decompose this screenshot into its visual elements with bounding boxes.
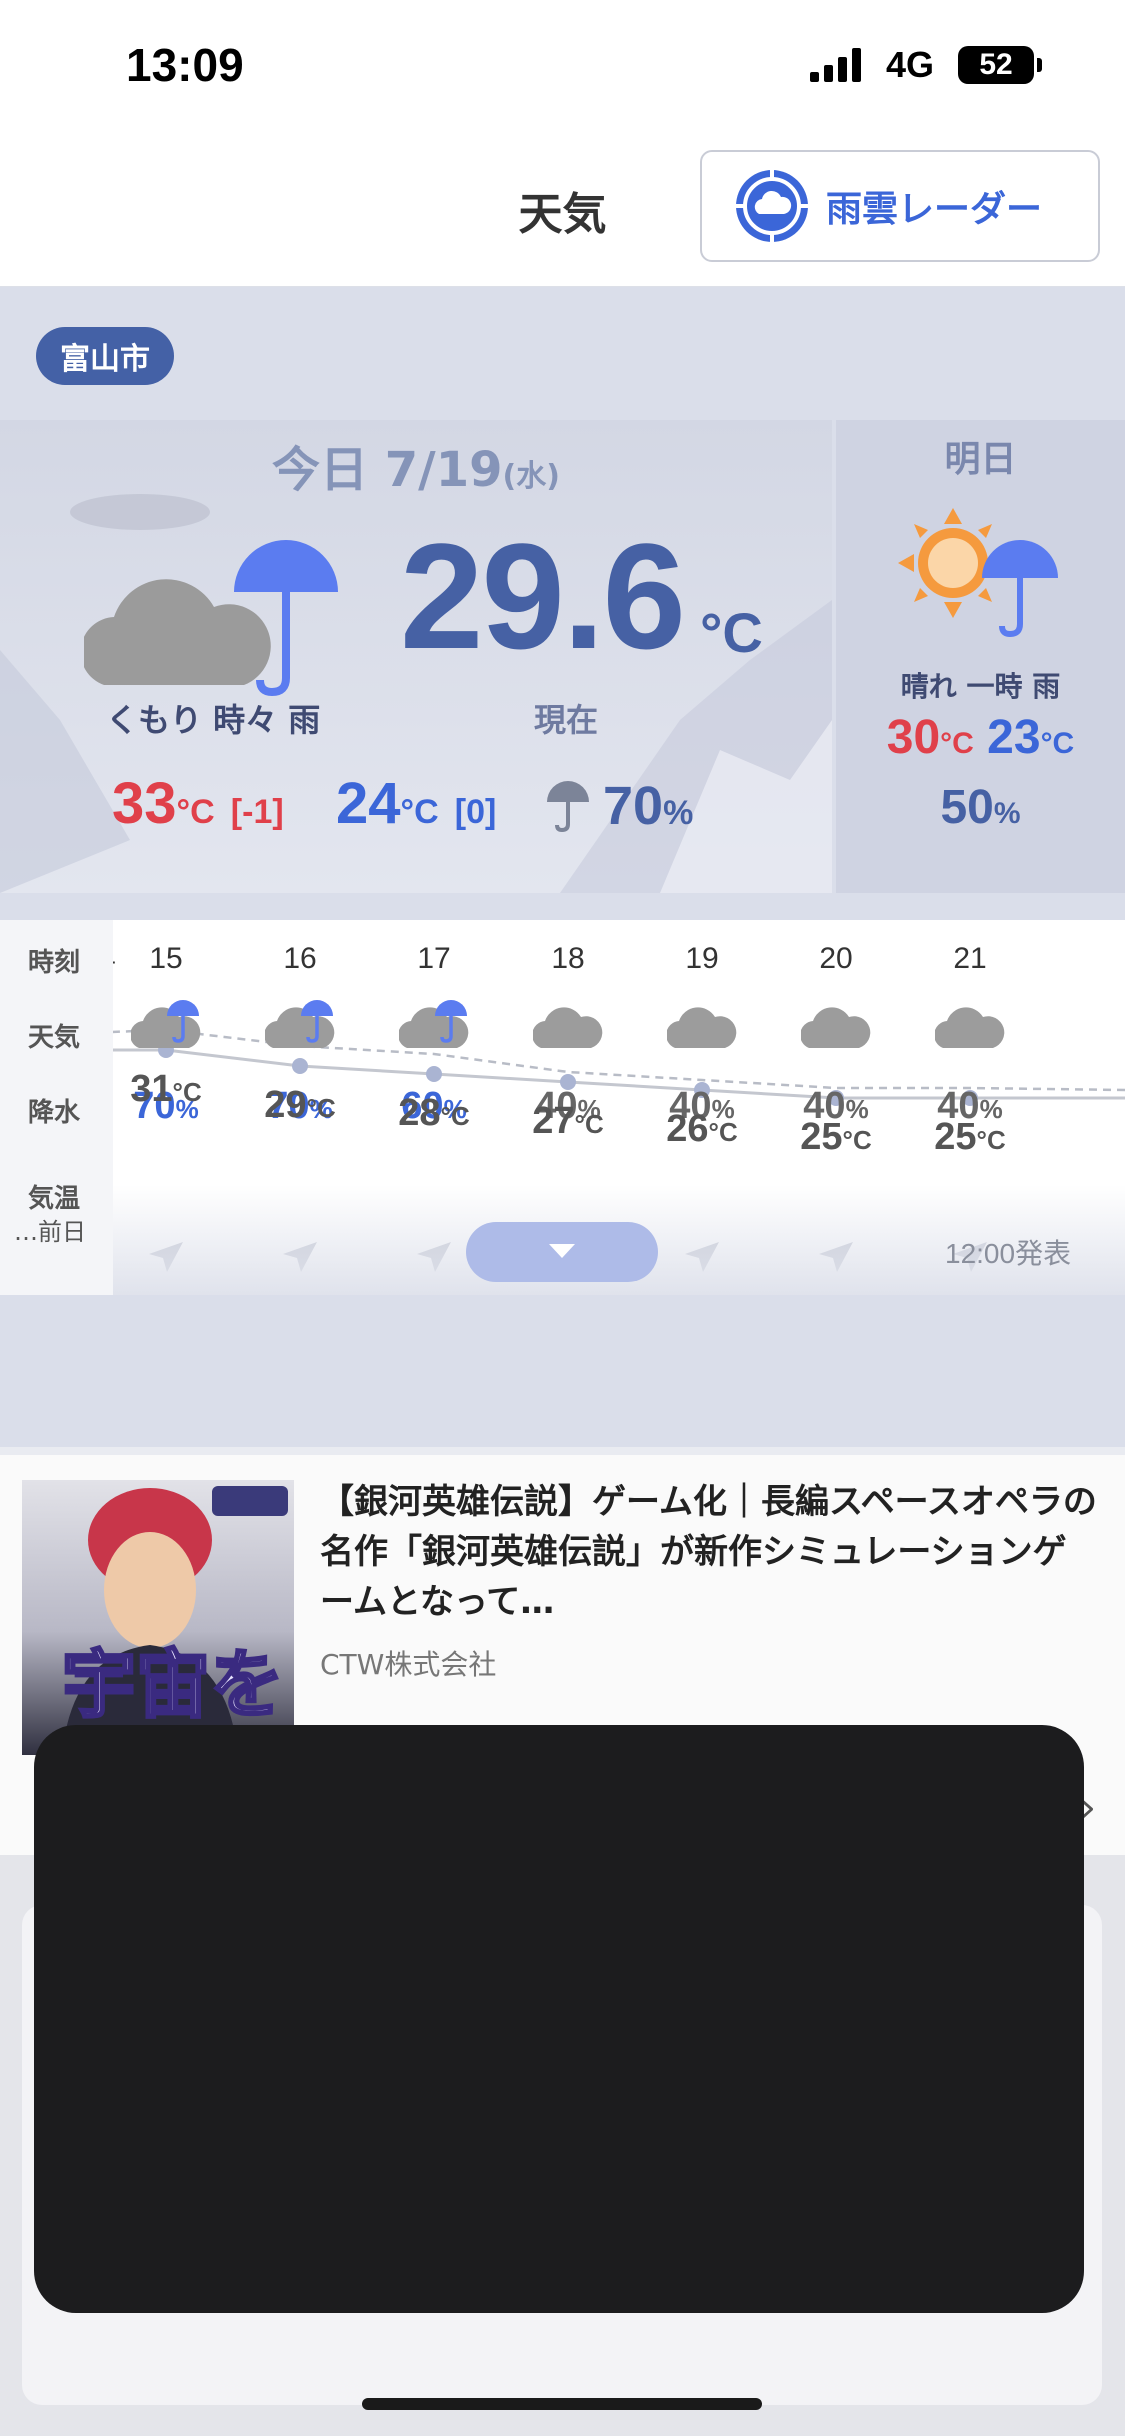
chevron-down-icon — [549, 1244, 575, 1258]
status-bar: 13:09 4G 52 — [0, 0, 1125, 130]
issued-time: 12:00発表 — [945, 1238, 1072, 1269]
battery-icon: 52 — [958, 46, 1042, 84]
expand-forecast-button[interactable] — [466, 1222, 658, 1282]
hour-label: 21 — [953, 942, 987, 975]
today-precipitation: 70% — [545, 775, 693, 837]
hour-label: 15 — [149, 942, 183, 975]
today-date: 今日 7/19(水) — [272, 442, 560, 498]
city-badge[interactable]: 富山市 — [36, 327, 174, 385]
cloud-rain-icon — [265, 1000, 335, 1048]
sun-rain-icon — [898, 508, 1058, 638]
signal-icon — [810, 48, 861, 82]
hour-label: 20 — [819, 942, 853, 975]
hourly-row-labels: 時刻 天気 降水 気温 …前日 風 — [0, 920, 113, 1295]
temp-value: 29°C — [264, 1084, 336, 1126]
row-label-precip: 降水 — [28, 1098, 81, 1128]
cloud-icon — [667, 1007, 737, 1048]
temp-value: 31°C — [130, 1068, 202, 1110]
news-headline[interactable]: 【銀河英雄伝説】ゲーム化｜長編スペースオペラの名作「銀河英雄伝説」が新作シミュレ… — [320, 1477, 1100, 1627]
network-type: 4G — [886, 44, 935, 85]
radar-icon — [735, 169, 809, 243]
current-temperature-unit: °C — [700, 601, 763, 664]
cloud-icon — [935, 1007, 1005, 1048]
cloud-icon — [801, 1007, 871, 1048]
today-card[interactable]: 今日 7/19(水) 29.6 °C くもり 時々 雨 現在 33°C [-1]… — [0, 420, 832, 893]
cloud-icon — [533, 1007, 603, 1048]
temp-value: 26°C — [666, 1108, 738, 1150]
temp-value: 25°C — [800, 1116, 872, 1158]
tomorrow-label: 明日 — [944, 439, 1017, 480]
temp-value: 25°C — [934, 1116, 1006, 1158]
cloud-rain-icon — [84, 540, 338, 697]
tomorrow-temperatures: 30°C 23°C — [886, 711, 1075, 764]
tomorrow-condition: 晴れ 一時 雨 — [900, 670, 1061, 703]
tomorrow-card[interactable]: 明日 晴れ 一時 雨 30°C 23°C 50% — [836, 420, 1125, 893]
row-label-time: 時刻 — [28, 948, 81, 978]
thumb-title-text: 宇宙を — [62, 1642, 284, 1728]
rain-radar-label: 雨雲レーダー — [826, 189, 1043, 230]
hour-label: 16 — [283, 942, 317, 975]
cloud-rain-icon — [131, 1000, 201, 1048]
weather-panel: 富山市 今日 7/19(水) 29.6 °C くもり 時々 雨 現在 33°C … — [0, 287, 1125, 1447]
hour-label: 19 — [685, 942, 719, 975]
temp-value: 28°C — [398, 1092, 470, 1134]
row-label-prev-day: …前日 — [14, 1218, 86, 1246]
current-temperature: 29.6 — [400, 512, 686, 680]
today-high: 33°C [-1] — [112, 771, 284, 836]
character-illustration: 宇宙を — [61, 1486, 288, 1755]
rain-radar-button[interactable]: 雨雲レーダー — [700, 150, 1100, 262]
today-condition: くもり 時々 雨 — [106, 701, 321, 739]
news-source: CTW株式会社 — [320, 1648, 497, 1681]
redacted-overlay — [34, 1725, 1084, 2313]
umbrella-icon — [547, 781, 589, 832]
app-header: 天気 雨雲レーダー — [0, 130, 1125, 287]
row-label-weather: 天気 — [28, 1023, 81, 1053]
row-label-temp: 気温 — [28, 1184, 81, 1214]
home-indicator[interactable] — [362, 2398, 762, 2410]
now-label: 現在 — [534, 701, 599, 739]
today-low: 24°C [0] — [336, 771, 497, 836]
news-thumbnail: 宇宙を — [22, 1480, 294, 1755]
cloud-rain-icon — [399, 1000, 469, 1048]
hour-label: 17 — [417, 942, 451, 975]
hour-label: 18 — [551, 942, 585, 975]
status-time: 13:09 — [126, 39, 244, 91]
temp-value: 27°C — [532, 1100, 604, 1142]
tomorrow-precipitation: 50% — [940, 781, 1021, 834]
